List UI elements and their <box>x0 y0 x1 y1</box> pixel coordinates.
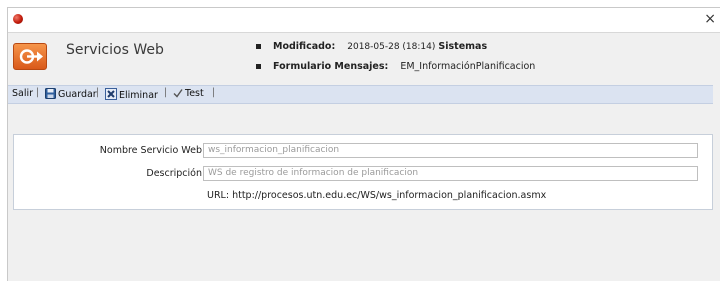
form-info: Formulario Mensajes: EM_InformaciónPlanif… <box>256 61 535 72</box>
service-name-field[interactable]: ws_informacion_planificacion <box>203 143 698 158</box>
save-label: Guardar <box>58 89 97 100</box>
modified-date: 2018-05-28 (18:14) <box>347 42 436 52</box>
arrow-logo-icon <box>13 43 47 70</box>
delete-button[interactable]: Eliminar <box>105 88 158 103</box>
web-service-form: Nombre Servicio Web ws_informacion_plani… <box>13 134 713 210</box>
form-label: Formulario Mensajes: <box>273 61 389 72</box>
bullet-icon <box>256 64 261 69</box>
delete-icon <box>105 88 117 103</box>
delete-label: Eliminar <box>119 90 158 101</box>
modified-user: Sistemas <box>438 41 488 52</box>
save-icon <box>45 88 56 102</box>
service-name-label: Nombre Servicio Web <box>99 145 202 156</box>
description-label: Descripción <box>146 168 202 179</box>
test-button[interactable]: Test <box>173 88 204 101</box>
modified-info: Modificado: 2018-05-28 (18:14) Sistemas <box>256 41 487 52</box>
description-field[interactable]: WS de registro de informacion de planifi… <box>203 166 698 181</box>
form-value: EM_InformaciónPlanificacion <box>400 61 536 72</box>
toolbar: Salir | Guardar | Eliminar | Test | <box>8 85 713 104</box>
service-url: URL: http://procesos.utn.edu.ec/WS/ws_in… <box>207 190 547 201</box>
test-label: Test <box>185 88 204 99</box>
modified-label: Modificado: <box>273 41 336 52</box>
save-button[interactable]: Guardar <box>45 88 97 102</box>
check-icon <box>173 88 183 101</box>
toolbar-divider: | <box>212 87 216 98</box>
exit-button[interactable]: Salir <box>12 88 33 99</box>
toolbar-divider: | <box>164 87 168 98</box>
close-icon[interactable]: × <box>704 11 716 27</box>
toolbar-divider: | <box>36 87 40 98</box>
title-bar: × <box>8 8 720 33</box>
toolbar-divider: | <box>96 87 100 98</box>
app-window: × Servicios Web Modificado: 2018-05-28 (1… <box>7 7 720 281</box>
red-dot-icon <box>13 14 23 24</box>
page-header: Servicios Web Modificado: 2018-05-28 (18:… <box>8 33 720 85</box>
bullet-icon <box>256 44 261 49</box>
page-title: Servicios Web <box>66 42 164 58</box>
